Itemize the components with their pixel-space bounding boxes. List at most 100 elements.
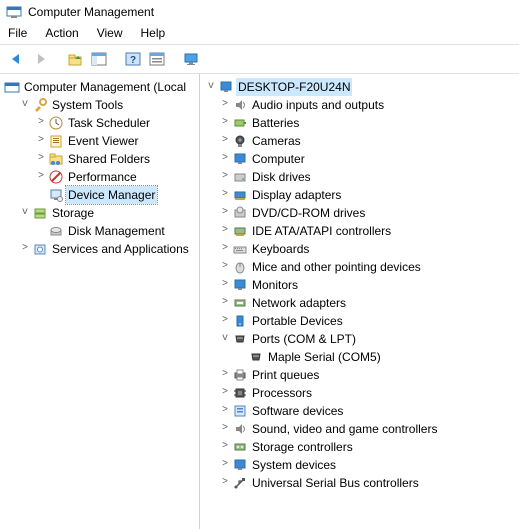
tree-shared-folders[interactable]: > Shared Folders xyxy=(0,150,199,168)
expand-icon[interactable]: > xyxy=(218,222,232,240)
cat-audio[interactable]: >Audio inputs and outputs xyxy=(200,96,519,114)
mmc-icon xyxy=(4,79,20,95)
menu-view[interactable]: View xyxy=(97,26,123,40)
cat-sound[interactable]: >Sound, video and game controllers xyxy=(200,420,519,438)
tree-event-viewer[interactable]: > Event Viewer xyxy=(0,132,199,150)
collapse-icon[interactable]: v xyxy=(204,78,218,96)
menu-file[interactable]: File xyxy=(8,26,27,40)
show-hide-tree-button[interactable] xyxy=(88,48,110,70)
expand-icon[interactable]: > xyxy=(218,438,232,456)
expand-icon[interactable]: > xyxy=(218,474,232,492)
ide-icon xyxy=(232,223,248,239)
expand-icon[interactable]: > xyxy=(218,168,232,186)
expand-icon[interactable]: > xyxy=(218,240,232,258)
properties-button[interactable] xyxy=(146,48,168,70)
disk-icon xyxy=(48,223,64,239)
back-button[interactable] xyxy=(6,48,28,70)
cat-usb[interactable]: >Universal Serial Bus controllers xyxy=(200,474,519,492)
pc-icon xyxy=(232,151,248,167)
cat-disk-drives[interactable]: >Disk drives xyxy=(200,168,519,186)
expand-icon[interactable]: > xyxy=(34,132,48,150)
expand-icon[interactable]: > xyxy=(218,96,232,114)
storage-ctrl-icon xyxy=(232,439,248,455)
device-maple-serial[interactable]: >Maple Serial (COM5) xyxy=(200,348,519,366)
cat-dvd[interactable]: >DVD/CD-ROM drives xyxy=(200,204,519,222)
expand-icon[interactable]: > xyxy=(218,402,232,420)
cat-software[interactable]: >Software devices xyxy=(200,402,519,420)
expand-icon[interactable]: > xyxy=(218,384,232,402)
expand-icon[interactable]: > xyxy=(18,240,32,258)
expand-icon[interactable]: > xyxy=(218,114,232,132)
collapse-icon[interactable]: v xyxy=(18,204,32,222)
cat-ports[interactable]: vPorts (COM & LPT) xyxy=(200,330,519,348)
optical-icon xyxy=(232,205,248,221)
cat-cameras[interactable]: >Cameras xyxy=(200,132,519,150)
hdd-icon xyxy=(232,169,248,185)
event-icon xyxy=(48,133,64,149)
expand-icon[interactable]: > xyxy=(218,366,232,384)
cat-display[interactable]: >Display adapters xyxy=(200,186,519,204)
expand-icon[interactable]: > xyxy=(218,258,232,276)
menu-action[interactable]: Action xyxy=(45,26,78,40)
shared-folder-icon xyxy=(48,151,64,167)
cat-keyboards[interactable]: >Keyboards xyxy=(200,240,519,258)
device-root[interactable]: v DESKTOP-F20U24N xyxy=(200,78,519,96)
network-icon xyxy=(232,295,248,311)
cat-portable[interactable]: >Portable Devices xyxy=(200,312,519,330)
tree-storage[interactable]: v Storage xyxy=(0,204,199,222)
clock-icon xyxy=(48,115,64,131)
cat-processors[interactable]: >Processors xyxy=(200,384,519,402)
expand-icon[interactable]: > xyxy=(218,294,232,312)
tree-root[interactable]: Computer Management (Local xyxy=(0,78,199,96)
titlebar: Computer Management xyxy=(0,0,519,24)
expand-icon[interactable]: > xyxy=(218,132,232,150)
storage-icon xyxy=(32,205,48,221)
device-manager-icon xyxy=(48,187,64,203)
cat-batteries[interactable]: >Batteries xyxy=(200,114,519,132)
up-button[interactable] xyxy=(64,48,86,70)
expand-icon[interactable]: > xyxy=(218,420,232,438)
serial-port-icon xyxy=(248,349,264,365)
monitor-button[interactable] xyxy=(180,48,202,70)
audio-icon xyxy=(232,97,248,113)
cat-print[interactable]: >Print queues xyxy=(200,366,519,384)
cat-mice[interactable]: >Mice and other pointing devices xyxy=(200,258,519,276)
collapse-icon[interactable]: v xyxy=(218,330,232,348)
tree-system-tools[interactable]: v System Tools xyxy=(0,96,199,114)
forward-button[interactable] xyxy=(30,48,52,70)
tools-icon xyxy=(32,97,48,113)
expand-icon[interactable]: > xyxy=(34,114,48,132)
cat-system[interactable]: >System devices xyxy=(200,456,519,474)
cat-ide[interactable]: >IDE ATA/ATAPI controllers xyxy=(200,222,519,240)
tree-performance[interactable]: > Performance xyxy=(0,168,199,186)
expand-icon[interactable]: > xyxy=(34,168,48,186)
menubar: File Action View Help xyxy=(0,24,519,44)
tree-disk-management[interactable]: > Disk Management xyxy=(0,222,199,240)
expand-icon[interactable]: > xyxy=(218,204,232,222)
expand-icon[interactable]: > xyxy=(34,150,48,168)
expand-icon[interactable]: > xyxy=(218,276,232,294)
usb-icon xyxy=(232,475,248,491)
expand-icon[interactable]: > xyxy=(218,150,232,168)
cat-storage-ctrl[interactable]: >Storage controllers xyxy=(200,438,519,456)
cat-network[interactable]: >Network adapters xyxy=(200,294,519,312)
tree-task-scheduler[interactable]: > Task Scheduler xyxy=(0,114,199,132)
cat-computer[interactable]: >Computer xyxy=(200,150,519,168)
app-icon xyxy=(6,4,22,20)
window-title: Computer Management xyxy=(28,5,154,19)
toolbar-separator-2 xyxy=(112,48,120,70)
tree-services-apps[interactable]: > Services and Applications xyxy=(0,240,199,258)
collapse-icon[interactable]: v xyxy=(18,96,32,114)
tree-device-manager[interactable]: > Device Manager xyxy=(0,186,199,204)
help-button[interactable]: ? xyxy=(122,48,144,70)
expand-icon[interactable]: > xyxy=(218,456,232,474)
port-icon xyxy=(232,331,248,347)
sound-icon xyxy=(232,421,248,437)
left-tree: Computer Management (Local v System Tool… xyxy=(0,74,200,529)
cat-monitors[interactable]: >Monitors xyxy=(200,276,519,294)
portable-icon xyxy=(232,313,248,329)
expand-icon[interactable]: > xyxy=(218,312,232,330)
expand-icon[interactable]: > xyxy=(218,186,232,204)
camera-icon xyxy=(232,133,248,149)
menu-help[interactable]: Help xyxy=(141,26,166,40)
